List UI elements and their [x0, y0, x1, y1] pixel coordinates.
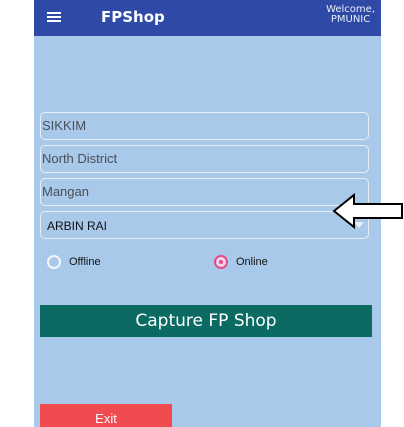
online-radio[interactable] — [214, 255, 228, 269]
app-bar: FPShop Welcome, PMUNIC — [34, 0, 381, 36]
district-field[interactable]: North District — [40, 145, 369, 173]
state-field[interactable]: SIKKIM — [40, 112, 369, 140]
app-title: FPShop — [101, 8, 165, 26]
menu-line — [47, 20, 61, 22]
hamburger-menu-icon[interactable] — [47, 12, 61, 22]
menu-line — [47, 16, 61, 18]
offline-option[interactable]: Offline — [47, 255, 101, 269]
name-dropdown-value: ARBIN RAI — [47, 219, 108, 233]
exit-button[interactable]: Exit — [40, 404, 172, 427]
online-option[interactable]: Online — [214, 255, 268, 269]
username-label: PMUNIC — [330, 14, 371, 25]
capture-fp-shop-button[interactable]: Capture FP Shop — [40, 305, 372, 337]
name-dropdown[interactable]: ARBIN RAI — [40, 211, 369, 239]
menu-line — [47, 12, 61, 14]
app-screen: FPShop Welcome, PMUNIC SIKKIM North Dist… — [34, 0, 381, 427]
online-label: Online — [236, 256, 268, 268]
offline-label: Offline — [69, 256, 101, 268]
block-field[interactable]: Mangan — [40, 178, 369, 206]
welcome-text: Welcome, PMUNIC — [326, 5, 375, 25]
offline-radio[interactable] — [47, 255, 61, 269]
pointer-arrow-icon — [332, 192, 403, 230]
